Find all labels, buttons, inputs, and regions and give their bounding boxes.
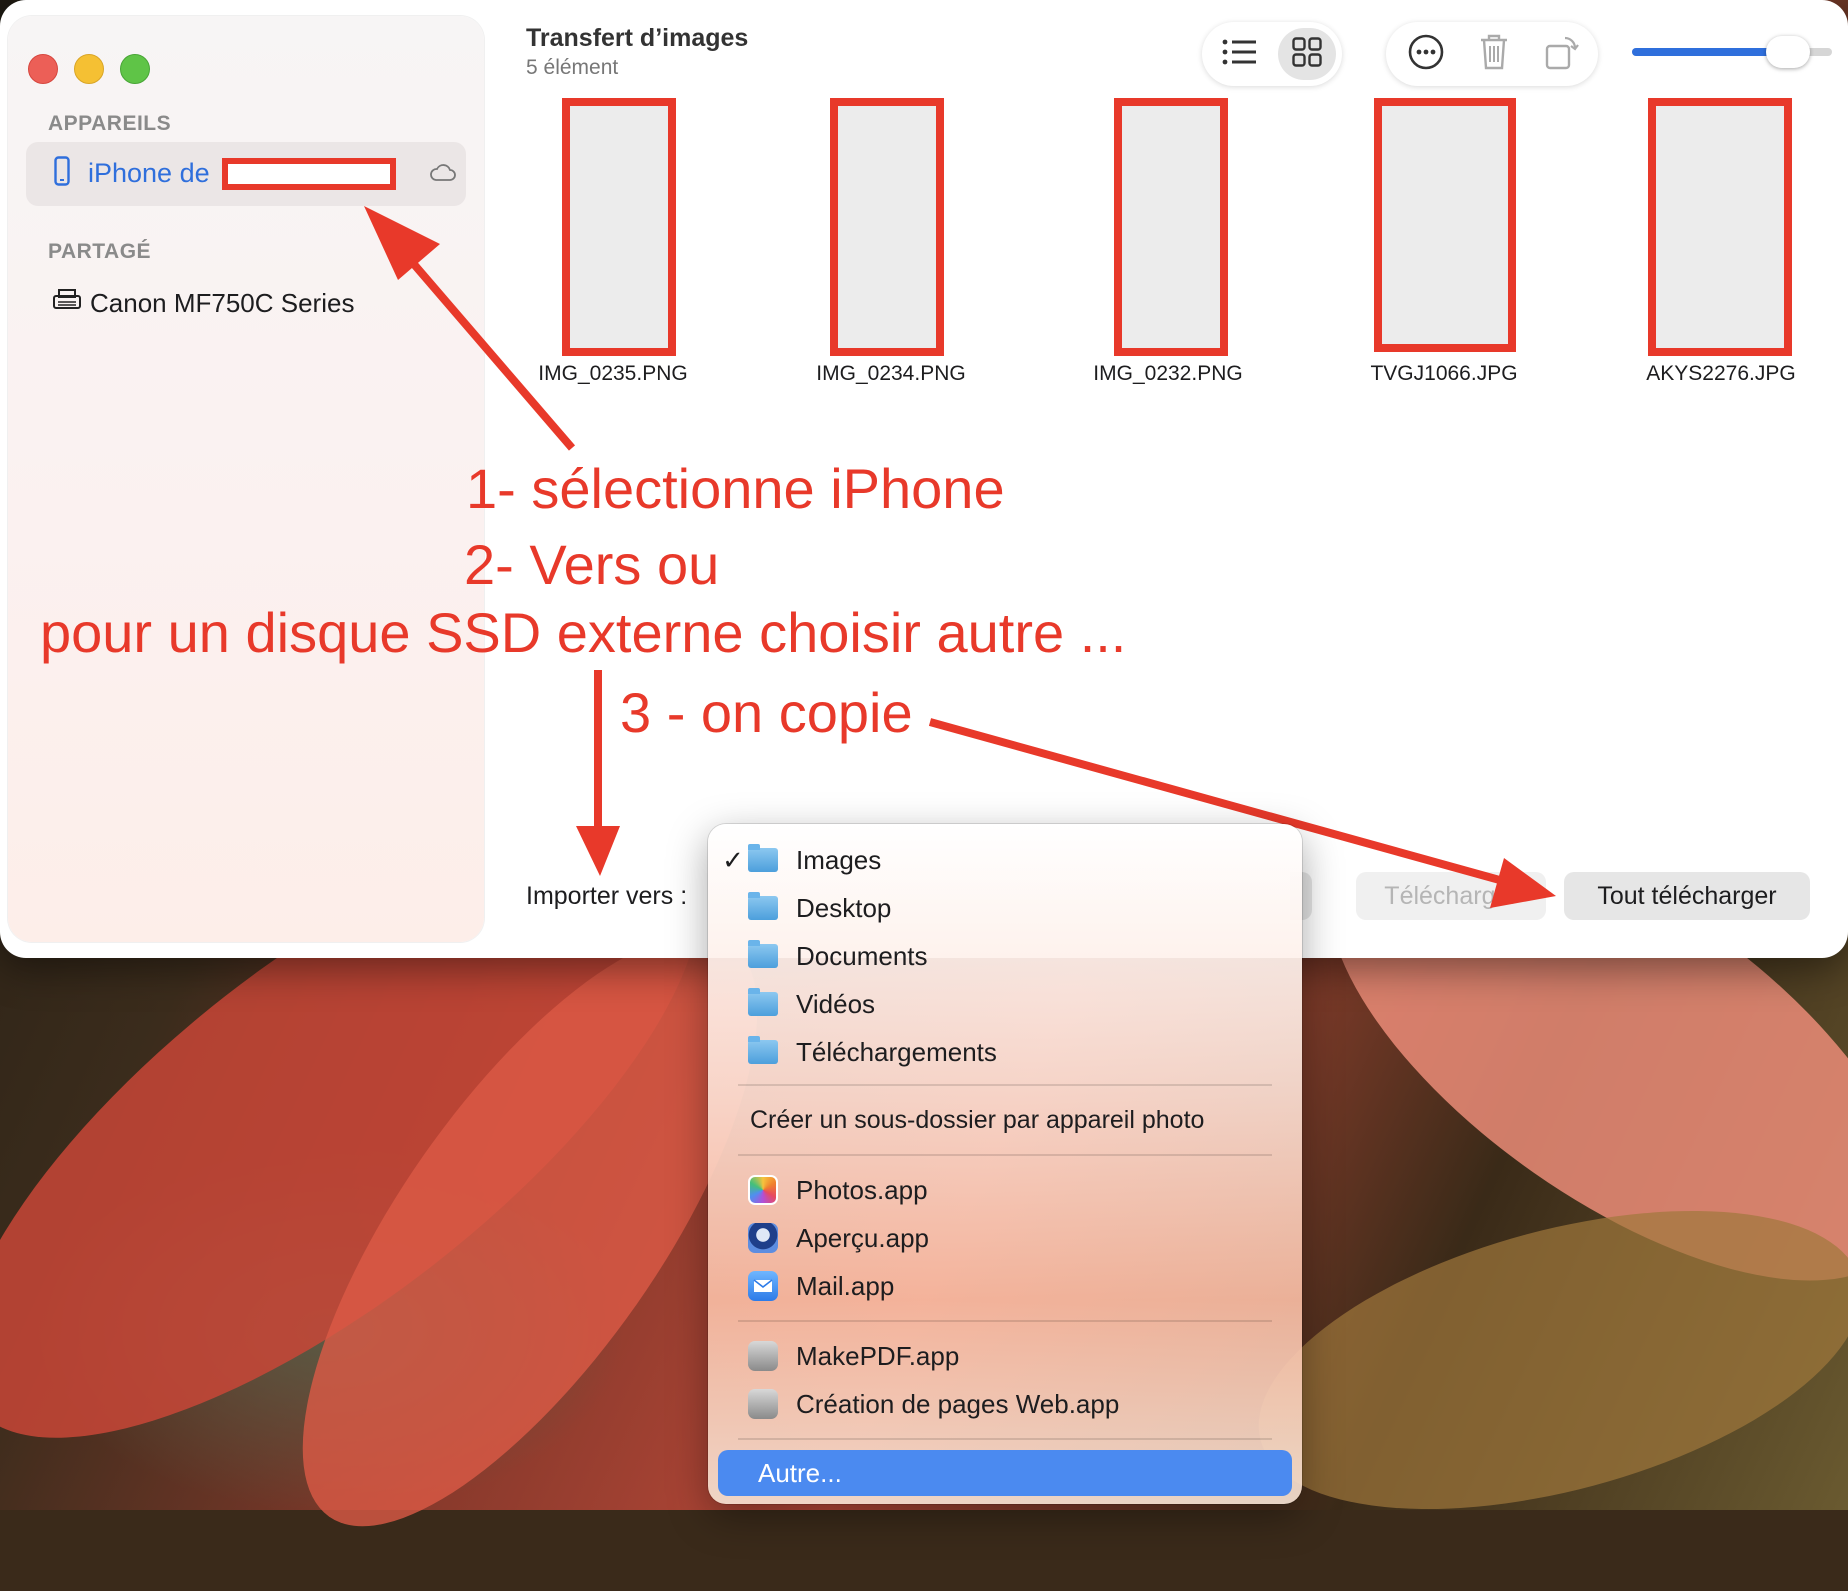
thumbnail-image[interactable] (1114, 98, 1228, 356)
annotation-step2-detail: pour un disque SSD externe choisir autre… (40, 601, 1127, 664)
folder-icon (748, 844, 778, 872)
menu-item-label: Aperçu.app (796, 1222, 929, 1253)
devices-heading: APPAREILS (48, 112, 172, 135)
close-window-button[interactable] (28, 54, 58, 84)
thumbnail-filename: IMG_0234.PNG (816, 362, 966, 385)
menu-item-desktop[interactable]: Desktop (718, 886, 1292, 930)
menu-item-mail-app[interactable]: Mail.app (718, 1264, 1292, 1308)
sidebar: APPAREILS iPhone de PARTAGÉ Canon MF750C… (8, 16, 484, 942)
menu-item-create-subfolder[interactable]: Créer un sous-dossier par appareil photo (718, 1098, 1292, 1142)
thumbnail-filename: IMG_0232.PNG (1093, 362, 1243, 385)
menu-item-label: Vidéos (796, 988, 876, 1019)
annotation-step2: 2- Vers ou (464, 533, 720, 596)
grid-view-button[interactable] (1278, 28, 1336, 80)
menu-item-label: MakePDF.app (796, 1340, 960, 1371)
slider-fill (1632, 48, 1788, 56)
menu-item-makepdf-app[interactable]: MakePDF.app (718, 1334, 1292, 1378)
import-destination-menu: ✓ Images Desktop Documents Vidéos Téléch… (708, 824, 1302, 1504)
shared-heading: PARTAGÉ (48, 240, 152, 263)
action-toolbar (1386, 22, 1598, 86)
menu-item-label: Desktop (796, 892, 892, 923)
thumbnail-size-slider[interactable] (1632, 36, 1832, 68)
folder-icon (748, 988, 778, 1016)
grid-icon (1292, 36, 1322, 72)
thumbnail-filename: TVGJ1066.JPG (1370, 362, 1518, 385)
slider-knob[interactable] (1766, 36, 1810, 68)
view-toggle (1202, 22, 1342, 86)
thumbnail-image[interactable] (1374, 98, 1516, 352)
folder-icon (748, 892, 778, 920)
menu-item-label: Création de pages Web.app (796, 1388, 1120, 1419)
folder-icon (748, 940, 778, 968)
import-to-label: Importer vers : (526, 882, 688, 910)
menu-separator (738, 1154, 1272, 1156)
thumbnail-filename: IMG_0235.PNG (538, 362, 688, 385)
thumbnail-filename: AKYS2276.JPG (1646, 362, 1796, 385)
cloud-icon (430, 164, 456, 187)
menu-item-label: Images (796, 844, 882, 875)
photos-app-icon (748, 1175, 778, 1205)
menu-item-label: Documents (796, 940, 928, 971)
device-name: iPhone de (88, 158, 210, 188)
menu-item-images[interactable]: ✓ Images (718, 838, 1292, 882)
list-icon (1222, 39, 1256, 70)
preview-app-icon (748, 1223, 778, 1253)
trash-icon (1479, 34, 1509, 75)
wallpaper-petal (1226, 1154, 1848, 1566)
checkmark-icon: ✓ (722, 844, 744, 875)
window-title: Transfert d’images (526, 24, 749, 52)
automator-icon (748, 1389, 778, 1419)
menu-item-label: Téléchargements (796, 1036, 997, 1067)
menu-item-preview-app[interactable]: Aperçu.app (718, 1216, 1292, 1260)
menu-item-videos[interactable]: Vidéos (718, 982, 1292, 1026)
menu-separator (738, 1320, 1272, 1322)
list-view-button[interactable] (1210, 28, 1268, 80)
more-actions-button[interactable] (1398, 28, 1454, 80)
minimize-window-button[interactable] (74, 54, 104, 84)
printer-name: Canon MF750C Series (90, 288, 355, 318)
download-all-button[interactable]: Tout télécharger (1564, 872, 1810, 920)
download-button[interactable]: Télécharger (1356, 872, 1546, 920)
menu-separator (738, 1084, 1272, 1086)
thumbnail-image[interactable] (562, 98, 676, 356)
menu-item-label: Photos.app (796, 1174, 928, 1205)
ellipsis-circle-icon (1408, 34, 1444, 75)
menu-separator (738, 1438, 1272, 1440)
menu-item-other[interactable]: Autre... (718, 1450, 1292, 1496)
menu-item-web-pages-app[interactable]: Création de pages Web.app (718, 1382, 1292, 1426)
rotate-icon (1545, 34, 1579, 75)
menu-item-label: Mail.app (796, 1270, 895, 1301)
delete-button[interactable] (1466, 28, 1522, 80)
annotation-step1: 1- sélectionne iPhone (466, 457, 1005, 520)
item-count: 5 élément (526, 56, 619, 79)
zoom-window-button[interactable] (120, 54, 150, 84)
folder-icon (748, 1036, 778, 1064)
printer-icon (52, 288, 82, 317)
thumbnail-image[interactable] (830, 98, 944, 356)
sidebar-item-iphone[interactable]: iPhone de (26, 142, 466, 206)
mail-app-icon (748, 1271, 778, 1301)
menu-item-photos-app[interactable]: Photos.app (718, 1168, 1292, 1212)
annotation-step3: 3 - on copie (620, 681, 913, 744)
menu-item-downloads[interactable]: Téléchargements (718, 1030, 1292, 1074)
redacted-device-owner (222, 158, 396, 190)
thumbnail-image[interactable] (1648, 98, 1792, 356)
rotate-button[interactable] (1534, 28, 1590, 80)
iphone-icon (54, 156, 70, 191)
automator-icon (748, 1341, 778, 1371)
menu-item-documents[interactable]: Documents (718, 934, 1292, 978)
